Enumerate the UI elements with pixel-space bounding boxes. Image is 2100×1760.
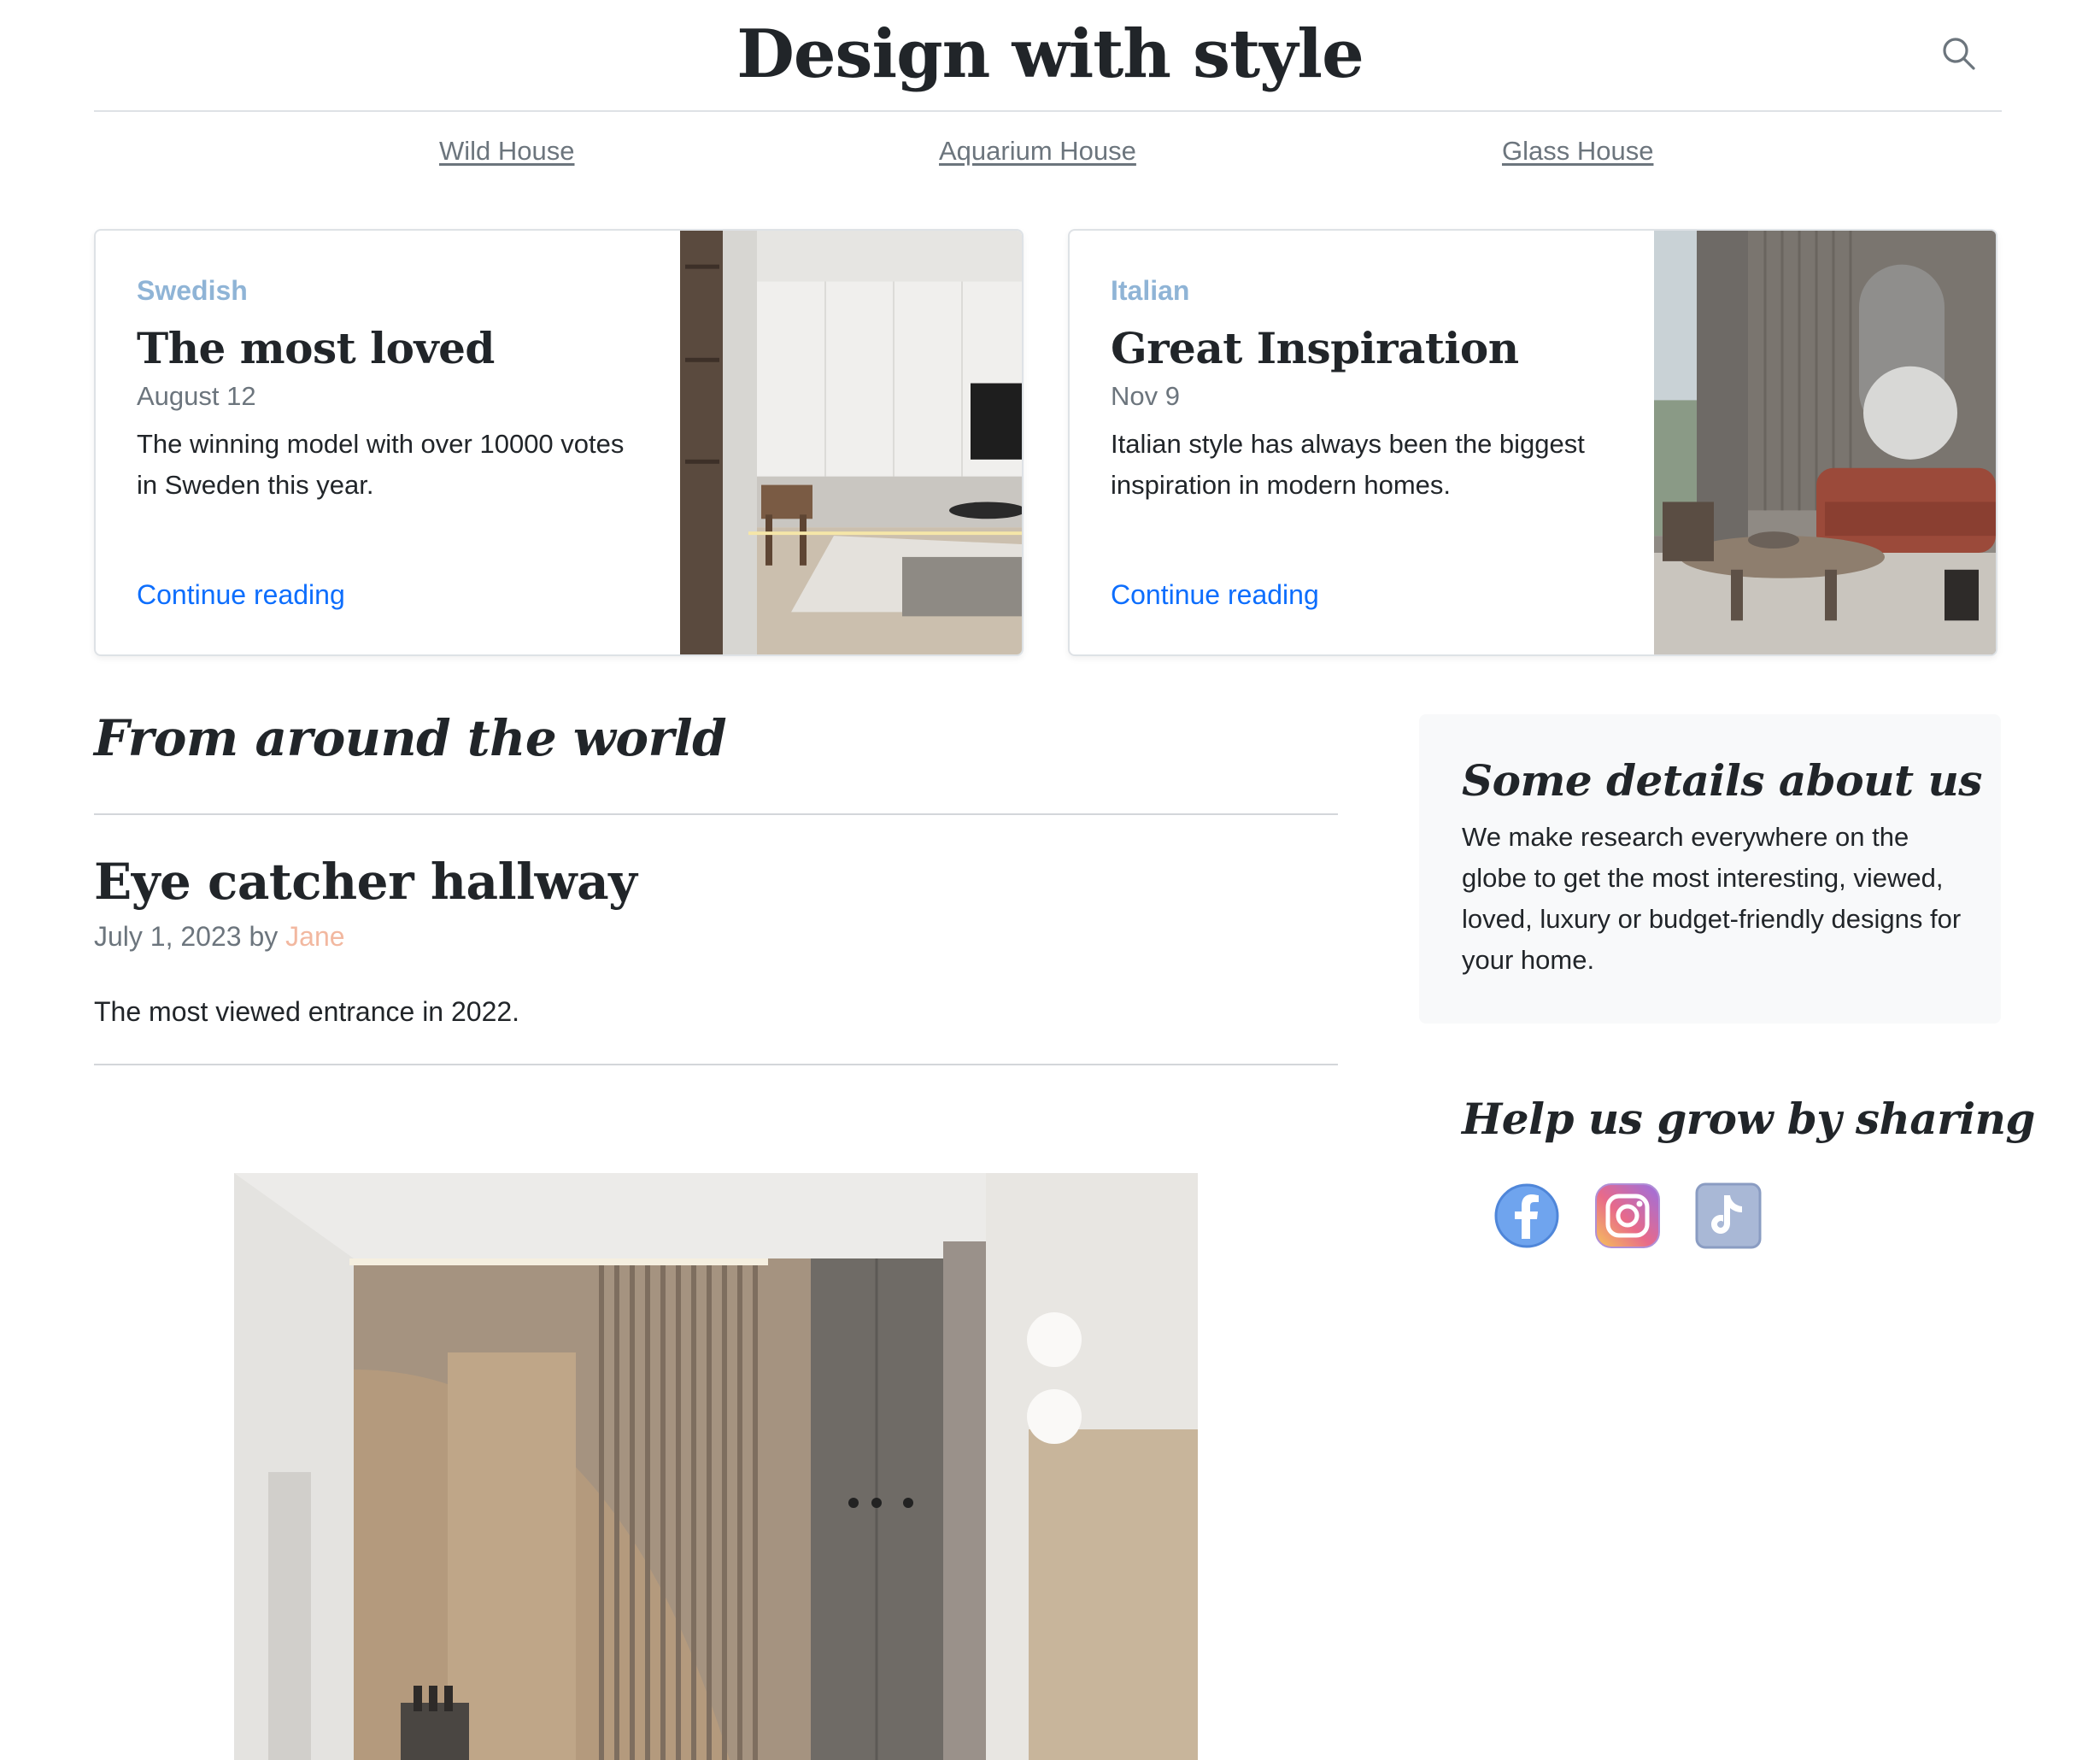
post-title: Eye catcher hallway <box>94 853 637 911</box>
header-divider <box>94 110 2002 112</box>
card-category: Italian <box>1111 275 1190 306</box>
hallway-image <box>234 1173 1198 1760</box>
post-date: July 1, 2023 <box>94 921 242 952</box>
card-date: Nov 9 <box>1111 381 1180 411</box>
site-title: Design with style <box>736 15 1364 93</box>
search-icon[interactable] <box>1939 34 1977 72</box>
post-excerpt: The most viewed entrance in 2022. <box>94 996 520 1027</box>
facebook-icon[interactable] <box>1493 1182 1560 1249</box>
instagram-icon[interactable] <box>1594 1182 1661 1249</box>
about-text: We make research everywhere on the globe… <box>1462 822 1962 975</box>
section-heading: From around the world <box>94 709 727 767</box>
featured-card-italian: Italian Great Inspiration Nov 9 Italian … <box>1068 229 1997 656</box>
continue-reading-link[interactable]: Continue reading <box>1111 579 1319 611</box>
card-title: Great Inspiration <box>1111 323 1519 373</box>
card-title: The most loved <box>137 323 495 373</box>
card-date: August 12 <box>137 381 256 411</box>
nav-link-wild-house[interactable]: Wild House <box>439 132 575 170</box>
section-divider <box>94 813 1338 815</box>
nav-link-aquarium-house[interactable]: Aquarium House <box>939 132 1136 170</box>
continue-reading-link[interactable]: Continue reading <box>137 579 345 611</box>
card-text: The winning model with over 10000 votes … <box>137 429 625 500</box>
featured-card-swedish: Swedish The most loved August 12 The win… <box>94 229 1024 656</box>
post-author-link[interactable]: Jane <box>285 921 344 952</box>
about-box: Some details about us We make research e… <box>1419 714 2001 1024</box>
share-title: Help us grow by sharing <box>1462 1094 2035 1144</box>
post-meta: July 1, 2023 by Jane <box>94 921 345 953</box>
tiktok-icon[interactable] <box>1695 1182 1762 1249</box>
nav-link-glass-house[interactable]: Glass House <box>1502 132 1653 170</box>
italian-living-room-image <box>1654 231 1996 654</box>
swedish-living-room-image <box>680 231 1022 654</box>
card-text: Italian style has always been the bigges… <box>1111 429 1585 500</box>
card-category: Swedish <box>137 275 248 306</box>
about-title: Some details about us <box>1462 755 1982 806</box>
post-divider <box>94 1064 1338 1065</box>
post-by: by <box>249 921 279 952</box>
featured-card-body: Italian Great Inspiration Nov 9 Italian … <box>1111 231 1657 654</box>
featured-card-body: Swedish The most loved August 12 The win… <box>137 231 683 654</box>
